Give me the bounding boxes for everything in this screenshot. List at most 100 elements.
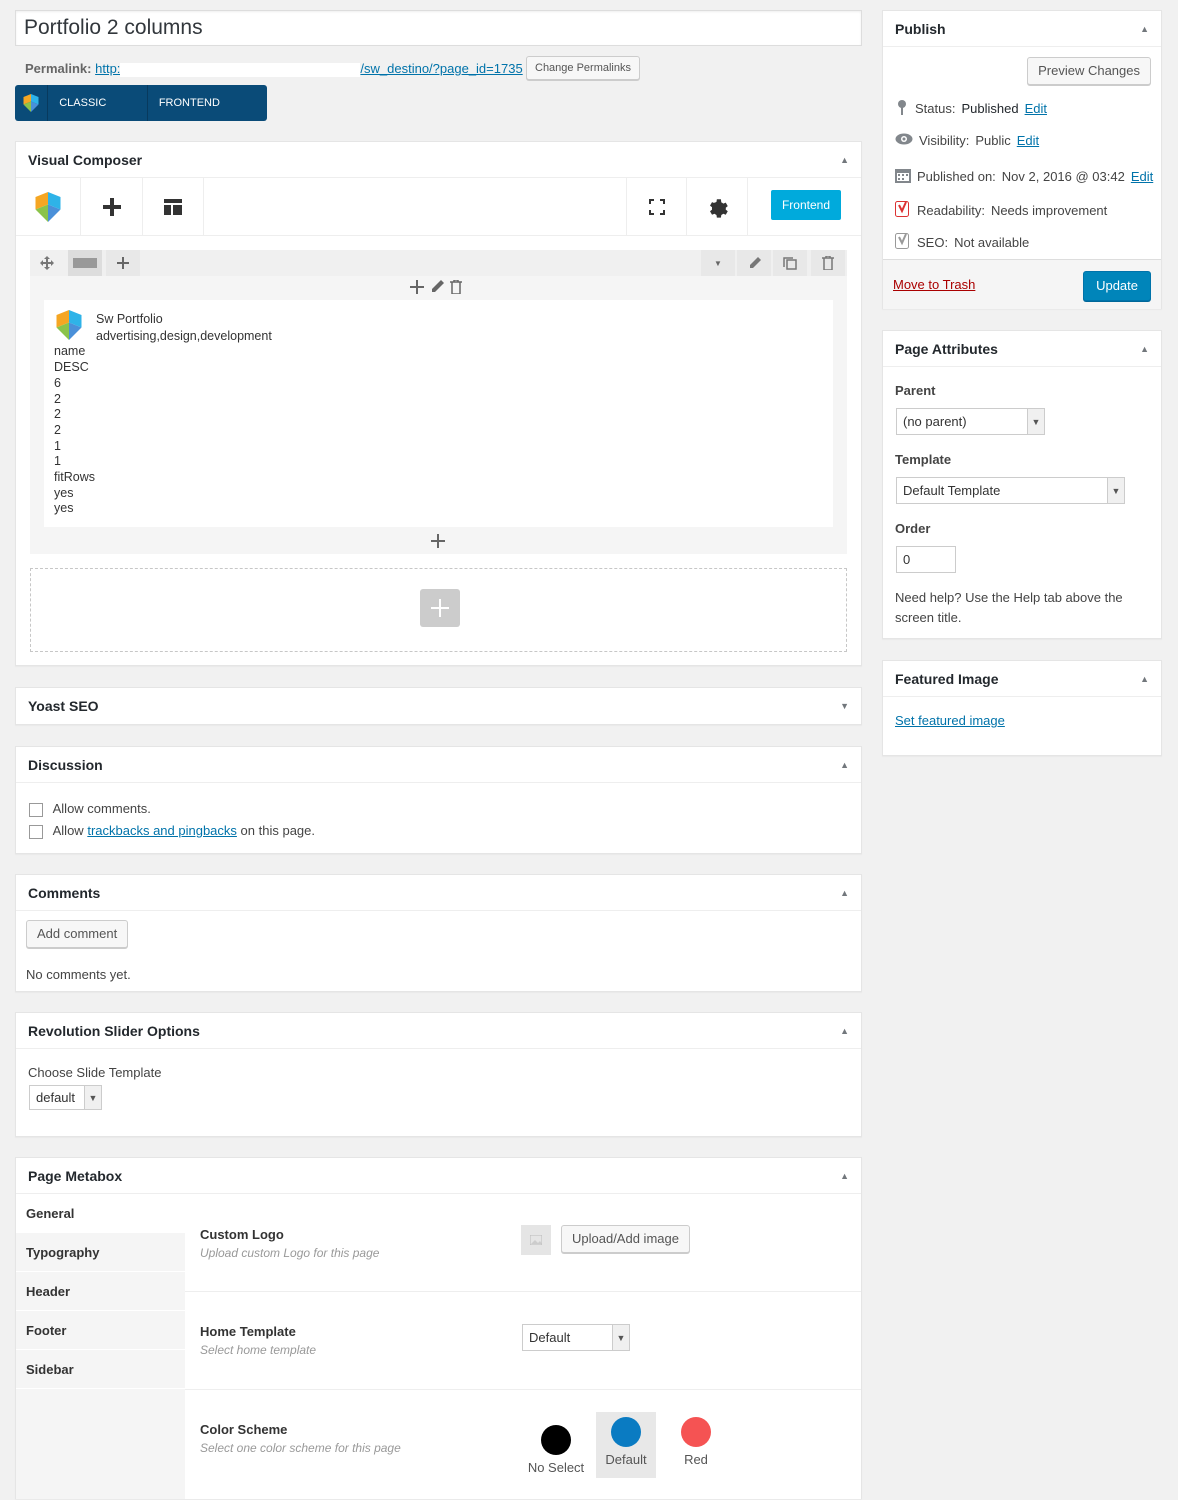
- color-option-default[interactable]: Default: [596, 1412, 656, 1478]
- templates-icon[interactable]: [143, 178, 204, 235]
- allow-comments-checkbox[interactable]: [29, 802, 43, 817]
- column-delete-icon[interactable]: [450, 279, 462, 297]
- status-value: Published: [961, 101, 1019, 116]
- add-comment-button[interactable]: Add comment: [26, 920, 129, 948]
- column-edit-icon[interactable]: [430, 280, 444, 297]
- featured-image-heading[interactable]: Featured Image ▲: [883, 661, 1161, 697]
- tab-header[interactable]: Header: [16, 1272, 185, 1311]
- post-title-input[interactable]: Portfolio 2 columns: [15, 10, 862, 46]
- collapse-arrow-icon[interactable]: ▲: [840, 747, 849, 783]
- vc-row-controls: ▼: [30, 250, 847, 276]
- template-select[interactable]: Default Template ▼: [896, 477, 1125, 504]
- move-to-trash-link[interactable]: Move to Trash: [893, 277, 975, 292]
- collapse-arrow-icon[interactable]: ▲: [1140, 661, 1149, 697]
- permalink-redaction: [120, 62, 361, 77]
- custom-logo-field: Custom Logo Upload custom Logo for this …: [185, 1194, 861, 1292]
- visual-composer-box: Visual Composer ▲ Frontend ▼ Sw Portfoli…: [15, 141, 862, 666]
- comments-heading[interactable]: Comments ▲: [16, 875, 861, 911]
- element-param: DESC: [54, 360, 89, 375]
- tab-sidebar[interactable]: Sidebar: [16, 1350, 185, 1389]
- tab-typography[interactable]: Typography: [16, 1233, 185, 1272]
- permalink-url-start[interactable]: http:: [95, 61, 120, 76]
- row-bottom-add-icon[interactable]: [431, 534, 445, 551]
- classic-mode-button[interactable]: CLASSIC MODE: [48, 85, 148, 121]
- preview-changes-button[interactable]: Preview Changes: [1027, 57, 1151, 85]
- trackbacks-link[interactable]: trackbacks and pingbacks: [87, 823, 237, 838]
- parent-select[interactable]: (no parent) ▼: [896, 408, 1045, 435]
- row-toggle-icon[interactable]: ▼: [701, 250, 735, 276]
- expand-arrow-icon[interactable]: ▼: [840, 688, 849, 724]
- update-button[interactable]: Update: [1083, 271, 1151, 301]
- settings-gear-icon[interactable]: [687, 178, 748, 235]
- home-template-title: Home Template: [200, 1324, 296, 1339]
- color-option-no-select[interactable]: No Select: [521, 1412, 591, 1500]
- edit-date-link[interactable]: Edit: [1131, 169, 1153, 184]
- allow-pings-checkbox[interactable]: [29, 824, 43, 839]
- vc-frontend-button[interactable]: Frontend: [770, 190, 841, 220]
- collapse-arrow-icon[interactable]: ▲: [840, 1013, 849, 1049]
- allow-pings-row: Allow trackbacks and pingbacks on this p…: [29, 823, 315, 839]
- column-add-icon[interactable]: [410, 280, 424, 297]
- tab-general[interactable]: General: [16, 1194, 185, 1233]
- collapse-arrow-icon[interactable]: ▲: [840, 142, 849, 178]
- yoast-seo-heading[interactable]: Yoast SEO ▼: [16, 688, 861, 724]
- row-layout-icon[interactable]: [68, 250, 102, 276]
- element-param: yes: [54, 501, 74, 516]
- parent-label: Parent: [895, 383, 936, 398]
- revslider-heading[interactable]: Revolution Slider Options ▲: [16, 1013, 861, 1049]
- row-clone-icon[interactable]: [773, 250, 807, 276]
- edit-visibility-link[interactable]: Edit: [1017, 133, 1039, 148]
- row-add-icon[interactable]: [106, 250, 140, 276]
- permalink-url-end[interactable]: /sw_destino/?page_id=1735: [360, 61, 522, 76]
- edit-status-link[interactable]: Edit: [1025, 101, 1047, 116]
- metabox-tabs: General Typography Header Footer Sidebar: [16, 1194, 185, 1499]
- visual-composer-heading[interactable]: Visual Composer ▲: [16, 142, 861, 178]
- page-attributes-heading[interactable]: Page Attributes ▲: [883, 331, 1161, 367]
- change-permalinks-button[interactable]: Change Permalinks: [526, 56, 640, 80]
- sw-portfolio-element[interactable]: Sw Portfolio advertising,design,developm…: [44, 300, 833, 527]
- slide-template-label: Choose Slide Template: [28, 1065, 162, 1080]
- discussion-heading[interactable]: Discussion ▲: [16, 747, 861, 783]
- tab-footer[interactable]: Footer: [16, 1311, 185, 1350]
- page-metabox: Page Metabox ▲ General Typography Header …: [15, 1157, 862, 1499]
- readability-row: Readability: Needs improvement: [895, 201, 1107, 220]
- set-featured-image-link[interactable]: Set featured image: [895, 713, 1005, 728]
- publish-heading[interactable]: Publish ▲: [883, 11, 1161, 47]
- seo-value: Not available: [954, 235, 1030, 250]
- collapse-arrow-icon[interactable]: ▲: [1140, 11, 1149, 47]
- help-text: Need help? Use the Help tab above the sc…: [895, 590, 1123, 625]
- page-metabox-heading[interactable]: Page Metabox ▲: [16, 1158, 861, 1194]
- element-subtitle: advertising,design,development: [96, 328, 272, 343]
- color-scheme-desc: Select one color scheme for this page: [200, 1441, 401, 1455]
- element-param: 1: [54, 454, 61, 469]
- frontend-editor-button[interactable]: FRONTEND EDITOR: [148, 85, 267, 121]
- order-input[interactable]: 0: [896, 546, 956, 573]
- revslider-box: Revolution Slider Options ▲ Choose Slide …: [15, 1012, 862, 1137]
- swatch-black: [541, 1425, 571, 1455]
- vc-logo-icon: [16, 178, 81, 235]
- collapse-arrow-icon[interactable]: ▲: [840, 875, 849, 911]
- color-option-red[interactable]: Red: [666, 1412, 726, 1478]
- allow-comments-label: Allow comments.: [52, 801, 151, 816]
- collapse-arrow-icon[interactable]: ▲: [1140, 331, 1149, 367]
- slide-template-value: default: [36, 1090, 76, 1105]
- slide-template-select[interactable]: default ▼: [29, 1085, 102, 1110]
- vc-toolbar: Frontend: [16, 178, 861, 236]
- calendar-icon: [895, 167, 911, 186]
- add-row-button[interactable]: [420, 589, 460, 627]
- upload-image-button[interactable]: Upload/Add image: [561, 1225, 690, 1253]
- move-handle-icon[interactable]: [30, 250, 64, 276]
- home-template-select[interactable]: Default ▼: [522, 1324, 630, 1351]
- collapse-arrow-icon[interactable]: ▲: [840, 1158, 849, 1194]
- element-param: fitRows: [54, 470, 95, 485]
- readability-value: Needs improvement: [990, 203, 1108, 218]
- add-element-icon[interactable]: [81, 178, 143, 235]
- color-scheme-field: Color Scheme Select one color scheme for…: [185, 1390, 861, 1500]
- vc-mode-switcher: CLASSIC MODE FRONTEND EDITOR: [15, 85, 267, 121]
- element-logo-icon: [54, 310, 84, 345]
- order-label: Order: [895, 521, 931, 536]
- fullscreen-icon[interactable]: [626, 178, 687, 235]
- color-label-red: Red: [684, 1452, 708, 1467]
- row-delete-icon[interactable]: [811, 250, 845, 276]
- row-edit-icon[interactable]: [737, 250, 771, 276]
